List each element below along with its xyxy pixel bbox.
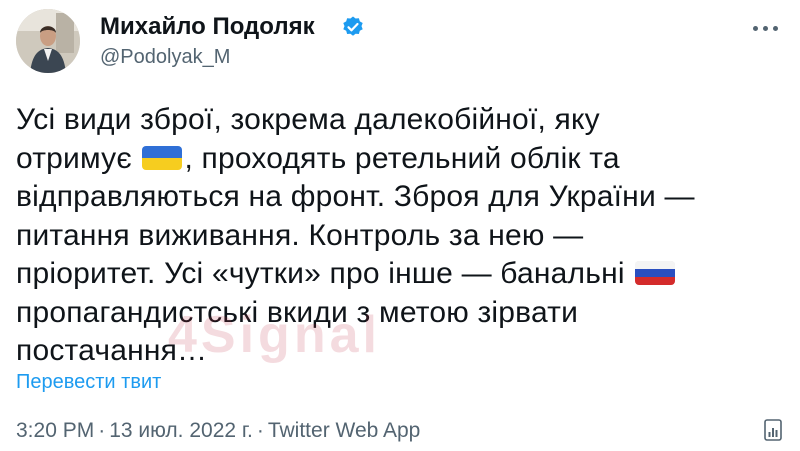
tweet-text-line: отримує , проходять ретельний облік та: [16, 140, 756, 179]
tweet-source[interactable]: Twitter Web App: [268, 419, 421, 442]
author-name[interactable]: Михайло Подоляк: [100, 12, 315, 42]
tweet-text-line: пріоритет. Усі «чутки» про інше — баналь…: [16, 255, 756, 294]
meta-separator: ·: [256, 419, 264, 442]
tweet-text-segment: отримує: [16, 141, 132, 175]
ukraine-flag-icon: [142, 145, 183, 170]
tweet-text-line: постачання…: [16, 334, 208, 367]
russia-flag-icon: [635, 261, 676, 285]
tweet-text-line: Усі види зброї, зокрема далекобійної, як…: [16, 103, 600, 136]
author-handle[interactable]: @Podolyak_M: [100, 45, 230, 69]
verified-badge-icon: [343, 16, 363, 36]
tweet-meta: 3:20 PM · 13 июл. 2022 г. · Twitter Web App: [16, 418, 420, 444]
tweet-text-line: відправляються на фронт. Зброя для Украї…: [16, 180, 695, 213]
tweet-card: Михайло Подоляк @Podolyak_M Усі види збр…: [0, 0, 800, 451]
tweet-date[interactable]: 13 июл. 2022 г.: [109, 419, 253, 442]
more-options-icon[interactable]: [751, 24, 781, 34]
translate-tweet-link[interactable]: Перевести твит: [16, 370, 161, 394]
tweet-text-segment: пріоритет. Усі «чутки» про інше — баналь…: [16, 257, 625, 290]
tweet-time[interactable]: 3:20 PM: [16, 419, 94, 442]
analytics-icon[interactable]: [763, 418, 783, 442]
tweet-text: Усі види зброї, зокрема далекобійної, як…: [16, 101, 756, 371]
avatar[interactable]: [16, 9, 80, 73]
tweet-text-segment: , проходять ретельний облік та: [184, 141, 620, 175]
tweet-text-line: питання виживання. Контроль за нею —: [16, 218, 584, 252]
avatar-photo: [16, 9, 80, 73]
tweet-text-line: пропагандистські вкиди з метою зірвати: [16, 295, 579, 329]
meta-separator: ·: [98, 419, 106, 442]
